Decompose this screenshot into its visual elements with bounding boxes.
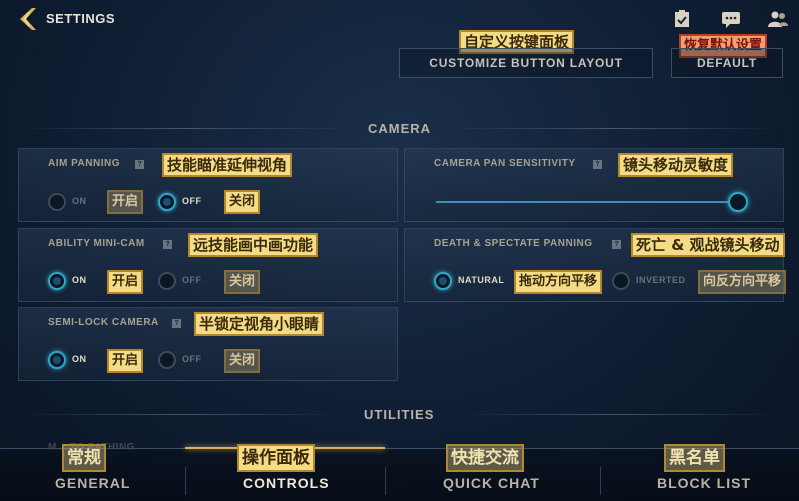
semi-lock-camera-off-annotation: 关闭	[224, 349, 261, 373]
aim-panning-annotation: 技能瞄准延伸视角	[162, 153, 293, 177]
utilities-section-title: UTILITIES	[364, 407, 435, 422]
ability-mini-cam-on-label: ON	[72, 275, 87, 285]
aim-panning-label: AIM PANNING	[48, 158, 120, 169]
aim-panning-off-annotation: 关闭	[224, 190, 261, 214]
customize-button-layout-button[interactable]: CUSTOMIZE BUTTON LAYOUT	[399, 48, 653, 78]
help-icon[interactable]: ?	[612, 240, 621, 249]
divider	[450, 128, 780, 129]
nav-separator	[600, 467, 601, 495]
back-chevron-icon[interactable]	[14, 6, 42, 32]
help-icon[interactable]: ?	[163, 240, 172, 249]
aim-panning-on-radio[interactable]	[48, 193, 66, 211]
death-spectate-natural-label: NATURAL	[458, 275, 505, 285]
camera-pan-sensitivity-annotation: 镜头移动灵敏度	[618, 153, 734, 177]
death-spectate-panning-annotation: 死亡 & 观战镜头移动	[631, 233, 785, 257]
death-spectate-inverted-label: INVERTED	[636, 275, 686, 285]
death-spectate-inverted-radio[interactable]	[612, 272, 630, 290]
death-spectate-inverted-annotation: 向反方向平移	[698, 270, 787, 294]
ability-mini-cam-off-annotation: 关闭	[224, 270, 261, 294]
ability-mini-cam-off-label: OFF	[182, 275, 202, 285]
help-icon[interactable]: ?	[593, 160, 602, 169]
semi-lock-camera-off-radio[interactable]	[158, 351, 176, 369]
ability-mini-cam-label: ABILITY MINI-CAM	[48, 238, 145, 249]
help-icon[interactable]: ?	[172, 319, 181, 328]
semi-lock-camera-on-annotation: 开启	[107, 349, 144, 373]
divider	[20, 414, 345, 415]
tab-quick-chat-annotation: 快捷交流	[446, 444, 524, 472]
nav-separator	[385, 467, 386, 495]
ability-mini-cam-on-radio[interactable]	[48, 272, 66, 290]
nav-separator	[185, 467, 186, 495]
chat-icon[interactable]	[721, 10, 741, 28]
tab-controls-annotation: 操作面板	[237, 444, 315, 472]
tab-quick-chat-label: QUICK CHAT	[443, 475, 540, 491]
death-spectate-natural-annotation: 拖动方向平移	[514, 270, 603, 294]
help-icon[interactable]: ?	[135, 160, 144, 169]
ability-mini-cam-annotation: 远技能画中画功能	[188, 233, 319, 257]
tab-controls-label: CONTROLS	[243, 475, 330, 491]
tab-block-list-annotation: 黑名单	[664, 444, 725, 472]
ability-mini-cam-off-radio[interactable]	[158, 272, 176, 290]
semi-lock-camera-off-label: OFF	[182, 354, 202, 364]
divider	[455, 414, 780, 415]
divider	[20, 128, 350, 129]
semi-lock-camera-label: SEMI-LOCK CAMERA	[48, 317, 159, 328]
tab-block-list-label: BLOCK LIST	[657, 475, 751, 491]
default-button-label: DEFAULT	[696, 56, 758, 70]
semi-lock-camera-annotation: 半锁定视角小眼睛	[194, 312, 325, 336]
default-button[interactable]: DEFAULT	[671, 48, 783, 78]
camera-pan-sensitivity-knob[interactable]	[728, 192, 748, 212]
camera-pan-sensitivity-label: CAMERA PAN SENSITIVITY	[434, 158, 576, 169]
tab-general-label: GENERAL	[55, 475, 131, 491]
camera-pan-sensitivity-track[interactable]	[436, 201, 738, 203]
clipboard-check-icon[interactable]	[672, 10, 692, 28]
aim-panning-off-radio[interactable]	[158, 193, 176, 211]
friends-icon[interactable]	[768, 10, 788, 28]
tab-general-annotation: 常规	[62, 444, 106, 472]
aim-panning-off-label: OFF	[182, 196, 202, 206]
customize-button-label: CUSTOMIZE BUTTON LAYOUT	[429, 56, 623, 70]
camera-section-title: CAMERA	[368, 121, 432, 136]
semi-lock-camera-on-label: ON	[72, 354, 87, 364]
aim-panning-on-annotation: 开启	[107, 190, 144, 214]
death-spectate-panning-label: DEATH & SPECTATE PANNING	[434, 238, 593, 249]
aim-panning-on-label: ON	[72, 196, 87, 206]
ability-mini-cam-on-annotation: 开启	[107, 270, 144, 294]
semi-lock-camera-on-radio[interactable]	[48, 351, 66, 369]
page-title: SETTINGS	[46, 11, 116, 26]
death-spectate-natural-radio[interactable]	[434, 272, 452, 290]
